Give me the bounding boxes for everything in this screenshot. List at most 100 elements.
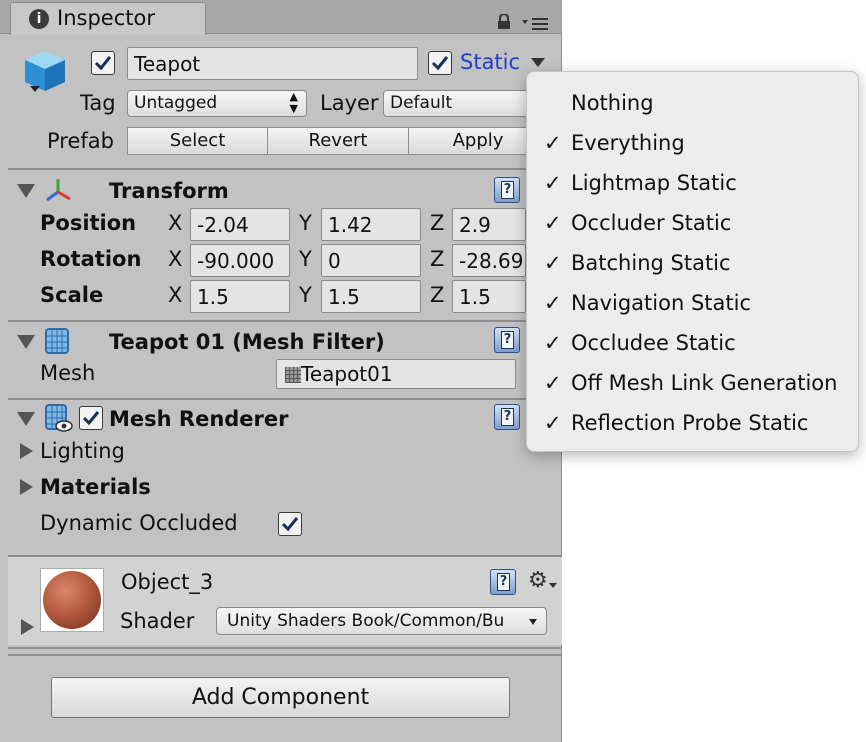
transform-help-icon[interactable]: ? — [494, 177, 520, 203]
rotation-y-label[interactable]: Y — [299, 247, 312, 271]
mesh-filter-title: Teapot 01 (Mesh Filter) — [109, 330, 385, 354]
material-foldout-arrow[interactable] — [21, 619, 34, 635]
shader-dropdown-arrow-icon — [529, 619, 537, 625]
rotation-x-label[interactable]: X — [168, 247, 182, 271]
position-x-input[interactable]: -2.04 — [190, 208, 290, 241]
checkmark-icon: ✓ — [544, 171, 562, 195]
scale-y-label[interactable]: Y — [299, 283, 312, 307]
gameobject-cube-icon — [22, 48, 68, 94]
gear-icon[interactable]: ⚙ — [528, 568, 548, 594]
layer-value: Default — [390, 93, 453, 113]
lighting-label[interactable]: Lighting — [40, 439, 125, 463]
divider — [8, 168, 562, 170]
menu-item-off-mesh-link-generation[interactable]: ✓ Off Mesh Link Generation — [527, 363, 858, 403]
prefab-label: Prefab — [47, 129, 114, 153]
mesh-label: Mesh — [40, 361, 96, 385]
prefab-select-button[interactable]: Select — [127, 127, 268, 155]
static-flags-menu: Nothing ✓ Everything ✓ Lightmap Static ✓ Oc… — [526, 71, 859, 452]
scale-label: Scale — [40, 283, 104, 307]
rotation-z-label[interactable]: Z — [430, 247, 444, 271]
menu-item-occludee-static[interactable]: ✓ Occludee Static — [527, 323, 858, 363]
shader-select[interactable]: Unity Shaders Book/Common/Bu — [216, 607, 547, 635]
mesh-renderer-icon — [44, 403, 74, 433]
shader-label: Shader — [120, 609, 195, 633]
lock-icon[interactable] — [497, 13, 511, 29]
layer-select[interactable]: Default — [383, 90, 533, 117]
active-checkbox[interactable] — [91, 51, 115, 75]
updown-arrows-icon: ▲ ▼ — [289, 90, 298, 115]
position-x-label[interactable]: X — [168, 211, 182, 235]
checkmark-icon: ✓ — [544, 371, 562, 395]
checkmark-icon: ✓ — [544, 291, 562, 315]
menu-item-nothing[interactable]: Nothing — [527, 83, 858, 123]
position-y-input[interactable]: 1.42 — [321, 208, 421, 241]
gear-dropdown-arrow-icon[interactable] — [549, 583, 557, 588]
info-icon: i — [29, 9, 49, 29]
scale-z-input[interactable]: 1.5 — [452, 280, 526, 313]
dynamic-occluded-label: Dynamic Occluded — [40, 511, 238, 535]
checkmark-icon: ✓ — [544, 411, 562, 435]
mesh-filter-icon — [44, 327, 70, 355]
checkmark-icon: ✓ — [544, 211, 562, 235]
mesh-renderer-foldout-arrow[interactable] — [17, 412, 35, 426]
object-name-input[interactable]: Teapot — [127, 47, 418, 80]
rotation-label: Rotation — [40, 247, 142, 271]
mesh-renderer-help-icon[interactable]: ? — [494, 404, 520, 430]
position-label: Position — [40, 211, 137, 235]
scale-z-label[interactable]: Z — [430, 283, 444, 307]
lighting-foldout-arrow[interactable] — [20, 443, 33, 459]
checkmark-icon: ✓ — [544, 131, 562, 155]
menu-item-navigation-static[interactable]: ✓ Navigation Static — [527, 283, 858, 323]
shader-value: Unity Shaders Book/Common/Bu — [227, 611, 505, 631]
mesh-filter-foldout-arrow[interactable] — [17, 335, 35, 349]
mesh-object-field[interactable]: Teapot01 — [276, 359, 516, 389]
static-checkbox[interactable] — [428, 51, 452, 75]
menu-item-batching-static[interactable]: ✓ Batching Static — [527, 243, 858, 283]
add-component-button[interactable]: Add Component — [51, 677, 510, 718]
position-z-label[interactable]: Z — [430, 211, 444, 235]
prefab-revert-button[interactable]: Revert — [267, 127, 409, 155]
divider — [8, 654, 562, 656]
mesh-renderer-title: Mesh Renderer — [109, 407, 289, 431]
static-dropdown-arrow-icon[interactable] — [531, 58, 545, 67]
mesh-renderer-enabled-checkbox[interactable] — [79, 406, 103, 430]
tab-title: Inspector — [57, 6, 155, 30]
material-help-icon[interactable]: ? — [490, 569, 516, 595]
mesh-filter-help-icon[interactable]: ? — [494, 327, 520, 353]
position-z-input[interactable]: 2.9 — [452, 208, 526, 241]
checkmark-icon: ✓ — [544, 251, 562, 275]
material-name: Object_3 — [121, 570, 214, 594]
transform-foldout-arrow[interactable] — [17, 184, 35, 198]
rotation-y-input[interactable]: 0 — [321, 244, 421, 277]
tab-menu-icon[interactable] — [521, 16, 549, 30]
transform-title: Transform — [109, 179, 229, 203]
menu-item-reflection-probe-static[interactable]: ✓ Reflection Probe Static — [527, 403, 858, 443]
divider — [8, 647, 562, 649]
tab-strip: i Inspector — [0, 0, 562, 35]
rotation-x-input[interactable]: -90.000 — [190, 244, 290, 277]
transform-axes-icon — [44, 176, 72, 204]
menu-item-lightmap-static[interactable]: ✓ Lightmap Static — [527, 163, 858, 203]
menu-item-occluder-static[interactable]: ✓ Occluder Static — [527, 203, 858, 243]
material-preview-sphere[interactable] — [40, 568, 104, 632]
static-label[interactable]: Static — [460, 50, 520, 74]
tag-value: Untagged — [134, 93, 218, 113]
tab-inspector[interactable]: i Inspector — [10, 2, 206, 35]
mesh-value: Teapot01 — [301, 362, 393, 386]
tag-select[interactable]: Untagged ▲ ▼ — [127, 90, 307, 117]
position-y-label[interactable]: Y — [299, 211, 312, 235]
mesh-grid-icon — [285, 367, 301, 383]
dynamic-occluded-checkbox[interactable] — [278, 512, 302, 536]
scale-x-label[interactable]: X — [168, 283, 182, 307]
scale-x-input[interactable]: 1.5 — [190, 280, 290, 313]
materials-label[interactable]: Materials — [40, 475, 151, 499]
rotation-z-input[interactable]: -28.69 — [452, 244, 526, 277]
menu-item-everything[interactable]: ✓ Everything — [527, 123, 858, 163]
layer-label: Layer — [320, 91, 379, 115]
divider — [8, 398, 562, 400]
icon-dropdown-arrow-icon[interactable] — [30, 86, 40, 92]
tag-label: Tag — [80, 91, 116, 115]
checkmark-icon: ✓ — [544, 331, 562, 355]
materials-foldout-arrow[interactable] — [20, 479, 33, 495]
scale-y-input[interactable]: 1.5 — [321, 280, 421, 313]
